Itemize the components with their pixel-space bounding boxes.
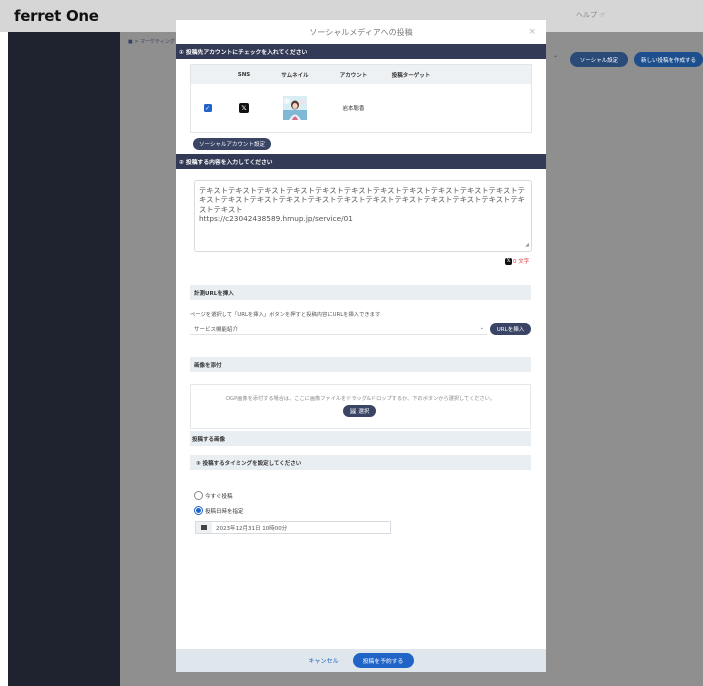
post-modal: ソーシャルメディアへの投稿 × ① 投稿先アカウントにチェックを入れてください …	[176, 20, 546, 672]
col-sns: SNS	[237, 71, 251, 78]
section-3-header: ③ 投稿するタイミングを設定してください	[190, 455, 531, 470]
post-content-textarea[interactable]: テキストテキストテキストテキストテキストテキストテキストテキストテキストテキスト…	[194, 180, 532, 252]
datetime-value: 2023年12月31日 10時00分	[216, 525, 288, 532]
account-name: 岩本聡香	[342, 106, 365, 112]
radio-schedule[interactable]: 投稿日時を指定	[194, 506, 244, 515]
image-dropzone[interactable]: OGP画像を添付する場合は、ここに画像ファイルをドラッグ&ドロップするか、下のボ…	[190, 384, 531, 429]
breadcrumb: ■ > マーケティング	[128, 39, 175, 45]
table-row: ✓ 𝕏 岩本聡香	[191, 84, 531, 132]
modal-header: ソーシャルメディアへの投稿 ×	[176, 20, 546, 44]
x-logo-icon: 𝕏	[505, 257, 512, 265]
radio-post-now[interactable]: 今すぐ投稿	[194, 491, 233, 500]
x-logo-icon: 𝕏	[239, 103, 249, 113]
resize-handle-icon[interactable]: ◢	[525, 241, 529, 250]
char-count: 0 文字	[513, 259, 530, 265]
account-checkbox[interactable]: ✓	[203, 104, 212, 112]
calendar-icon[interactable]	[196, 522, 212, 533]
select-image-button[interactable]: 🖼 選択	[343, 405, 376, 417]
account-thumbnail	[283, 96, 307, 120]
dropzone-text: OGP画像を添付する場合は、ここに画像ファイルをドラッグ&ドロップするか、下のボ…	[225, 396, 496, 402]
url-insert-header: 計測URLを挿入	[190, 285, 531, 300]
modal-footer: キャンセル 投稿を予約する	[176, 649, 546, 672]
page-select[interactable]: サービス機能紹介 ⌄	[190, 324, 487, 335]
insert-url-button[interactable]: URLを挿入	[490, 323, 531, 335]
schedule-post-button[interactable]: 投稿を予約する	[352, 653, 414, 668]
image-attach-header: 画像を添付	[190, 357, 531, 372]
chevron-down-icon: ⌄	[479, 325, 484, 331]
modal-title: ソーシャルメディアへの投稿	[309, 27, 413, 37]
sidebar	[8, 32, 120, 686]
new-post-button: 新しい投稿を作成する	[634, 52, 703, 67]
social-account-settings-button[interactable]: ソーシャルアカウント設定	[193, 138, 271, 150]
close-icon[interactable]: ×	[528, 27, 536, 37]
cancel-button[interactable]: キャンセル	[308, 656, 338, 665]
char-counter: 𝕏 0 文字	[505, 257, 529, 265]
post-content-text: テキストテキストテキストテキストテキストテキストテキストテキストテキストテキスト…	[199, 186, 525, 224]
radio-label: 今すぐ投稿	[205, 493, 233, 500]
url-insert-hint: ページを選択して「URLを挿入」ボタンを押すと投稿内容にURLを挿入できます	[190, 312, 381, 318]
section-2-header: ② 投稿する内容を入力してください	[176, 154, 546, 169]
col-thumbnail: サムネイル	[281, 72, 309, 79]
account-table: SNS サムネイル アカウント 投稿ターゲット ✓ 𝕏 岩本聡香	[190, 64, 532, 133]
social-settings-button: ソーシャル設定	[570, 52, 628, 67]
radio-button[interactable]	[194, 491, 203, 500]
chevron-down-icon: ⌄	[553, 52, 559, 59]
radio-label: 投稿日時を指定	[205, 508, 244, 515]
datetime-field[interactable]: 2023年12月31日 10時00分	[195, 521, 391, 534]
page-select-value: サービス機能紹介	[194, 327, 239, 333]
posting-images-label: 投稿する画像	[190, 431, 531, 446]
radio-button-selected[interactable]	[194, 506, 203, 515]
app-logo[interactable]: ferret One	[14, 7, 99, 25]
account-table-header: SNS サムネイル アカウント 投稿ターゲット	[191, 65, 531, 84]
col-account: アカウント	[339, 72, 368, 79]
col-target: 投稿ターゲット	[391, 72, 431, 79]
section-1-header: ① 投稿先アカウントにチェックを入れてください	[176, 44, 546, 59]
help-link[interactable]: ヘルプ ☞	[576, 10, 606, 20]
